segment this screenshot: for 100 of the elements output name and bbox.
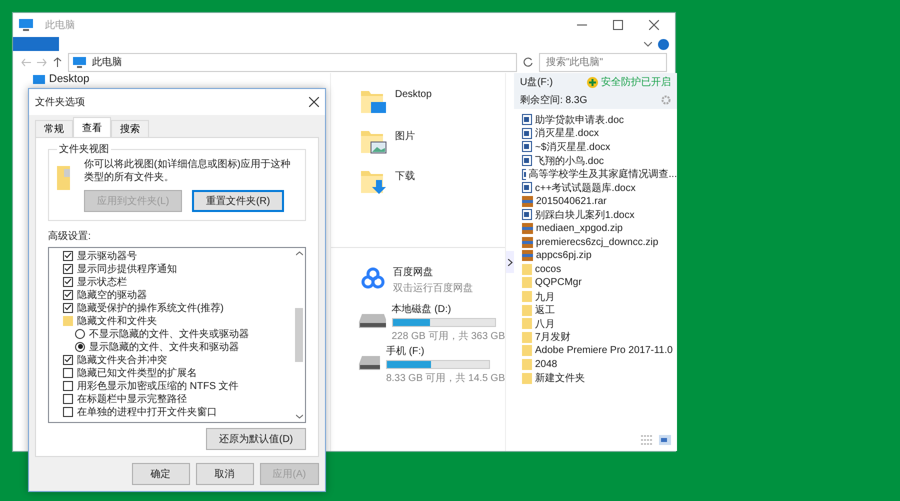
setting-label: 隐藏文件和文件夹 bbox=[77, 314, 157, 328]
computer-icon bbox=[19, 19, 33, 31]
setting-label: 隐藏空的驱动器 bbox=[77, 288, 147, 302]
file-item[interactable]: mediaen_xpgod.zip bbox=[514, 222, 677, 236]
folder-icon bbox=[522, 277, 532, 288]
file-item[interactable]: 7月发财 bbox=[514, 330, 677, 344]
file-item[interactable]: 九月 bbox=[514, 290, 677, 304]
folder-name[interactable]: Desktop bbox=[395, 87, 432, 127]
file-item[interactable]: 2015040621.rar bbox=[514, 194, 677, 208]
scroll-up-icon[interactable] bbox=[296, 251, 302, 256]
checkbox[interactable] bbox=[63, 380, 73, 390]
drive-title: U盘(F:) bbox=[520, 76, 553, 89]
file-item[interactable]: premierecs6zcj_downcc.zip bbox=[514, 235, 677, 249]
description: 你可以将此视图(如详细信息或图标)应用于这种类型的所有文件夹。 bbox=[84, 158, 292, 184]
setting-label: 显示同步提供程序通知 bbox=[77, 262, 177, 276]
up-arrow-icon[interactable] bbox=[53, 57, 62, 67]
file-item[interactable]: 助学贷款申请表.doc bbox=[514, 113, 677, 127]
setting-label: 隐藏受保护的操作系统文件(推荐) bbox=[77, 302, 224, 314]
document-icon bbox=[522, 128, 532, 139]
radio-button[interactable] bbox=[75, 342, 85, 352]
file-item[interactable]: 别踩白块儿案列1.docx bbox=[514, 208, 677, 222]
checkbox[interactable] bbox=[63, 276, 73, 286]
file-item[interactable]: 2048 bbox=[514, 358, 677, 372]
nav-item[interactable]: Desktop bbox=[33, 73, 310, 85]
tiles-view-icon[interactable] bbox=[659, 435, 671, 445]
checkbox[interactable] bbox=[63, 394, 73, 404]
radio-button[interactable] bbox=[75, 328, 85, 338]
setting-label: 在单独的进程中打开文件夹窗口 bbox=[77, 406, 217, 418]
document-icon bbox=[522, 182, 532, 194]
device-subtitle: 双击运行百度网盘 bbox=[393, 282, 473, 295]
archive-icon bbox=[522, 236, 533, 248]
checkbox[interactable] bbox=[63, 302, 73, 312]
file-item[interactable]: 消灭星星.docx bbox=[514, 126, 677, 140]
checkbox[interactable] bbox=[63, 368, 73, 378]
free-space: 剩余空间: 8.3G bbox=[520, 94, 588, 107]
address-bar[interactable]: 此电脑 bbox=[68, 52, 517, 72]
dialog-button[interactable]: 确定 bbox=[132, 463, 190, 485]
file-item[interactable]: ~$消灭星星.docx bbox=[514, 140, 677, 154]
document-icon bbox=[522, 168, 526, 180]
security-status: 安全防护已开启 bbox=[601, 76, 671, 89]
setting-label: 在标题栏中显示完整路径 bbox=[77, 392, 187, 406]
computer-icon bbox=[73, 56, 86, 68]
expand-panel-button[interactable] bbox=[506, 251, 514, 273]
close-icon bbox=[649, 20, 659, 30]
setting-label: 不显示隐藏的文件、文件夹或驱动器 bbox=[89, 328, 249, 340]
document-icon bbox=[522, 209, 532, 220]
folder-icon bbox=[522, 345, 532, 356]
folder-name[interactable]: 图片 bbox=[395, 127, 415, 167]
chevron-down-icon[interactable] bbox=[644, 42, 652, 46]
monitor-icon bbox=[33, 74, 45, 84]
folder-name[interactable]: 下载 bbox=[395, 167, 415, 207]
device-name[interactable]: 本地磁盘 (D:) bbox=[392, 300, 505, 316]
setting-label: 显示状态栏 bbox=[77, 276, 127, 288]
file-item[interactable]: appcs6pj.zip bbox=[514, 248, 677, 263]
window-title: 此电脑 bbox=[45, 18, 76, 32]
folder-icon bbox=[57, 166, 70, 190]
device-subtitle: 8.33 GB 可用，共 14.5 GB bbox=[386, 372, 505, 384]
tab[interactable]: 查看 bbox=[73, 117, 111, 137]
checkbox[interactable] bbox=[63, 406, 73, 416]
file-item[interactable]: Adobe Premiere Pro 2017-11.0 bbox=[514, 344, 677, 358]
checkbox[interactable] bbox=[63, 290, 73, 300]
minimize-icon bbox=[577, 24, 587, 26]
folder-icon bbox=[522, 358, 532, 370]
checkbox[interactable] bbox=[63, 264, 73, 274]
file-item[interactable]: 新建文件夹 bbox=[514, 371, 677, 385]
drive-icon bbox=[359, 356, 380, 370]
tab[interactable]: 搜索 bbox=[111, 120, 149, 137]
file-item[interactable]: 八月 bbox=[514, 316, 677, 330]
restore-defaults-button[interactable]: 还原为默认值(D) bbox=[206, 428, 306, 450]
file-item[interactable]: cocos bbox=[514, 262, 677, 276]
folder-icon bbox=[522, 264, 532, 275]
document-icon bbox=[522, 155, 532, 166]
file-item[interactable]: QQPCMgr bbox=[514, 276, 677, 290]
scroll-down-icon[interactable] bbox=[296, 414, 302, 419]
folder-icon bbox=[522, 318, 532, 330]
drive-icon bbox=[359, 314, 386, 328]
folder-icon bbox=[522, 291, 532, 302]
file-item[interactable]: c++考试试题题库.docx bbox=[514, 180, 677, 195]
device-subtitle: 228 GB 可用，共 363 GB bbox=[392, 330, 505, 342]
document-icon bbox=[522, 141, 532, 152]
folder-view-button[interactable]: 重置文件夹(R) bbox=[192, 190, 284, 212]
file-item[interactable]: 飞翔的小鸟.doc bbox=[514, 154, 677, 168]
close-icon[interactable] bbox=[309, 97, 319, 107]
checkbox[interactable] bbox=[63, 250, 73, 260]
dialog-button[interactable]: 取消 bbox=[196, 463, 254, 485]
device-name[interactable]: 手机 (F:) bbox=[386, 342, 505, 358]
advanced-settings-label: 高级设置: bbox=[48, 230, 92, 243]
tab[interactable]: 常规 bbox=[35, 120, 73, 137]
group-title: 文件夹视图 bbox=[58, 142, 110, 156]
setting-label: 用彩色显示加密或压缩的 NTFS 文件 bbox=[77, 380, 239, 392]
details-view-icon[interactable] bbox=[641, 435, 653, 445]
checkbox[interactable] bbox=[63, 354, 73, 364]
file-item[interactable]: 返工 bbox=[514, 303, 677, 317]
search-field[interactable]: 搜索"此电脑" bbox=[539, 52, 667, 72]
scrollbar-thumb[interactable] bbox=[295, 308, 303, 362]
chevron-right-icon bbox=[508, 258, 512, 266]
file-item[interactable]: 高等学校学生及其家庭情况调查... bbox=[514, 167, 677, 181]
refresh-icon[interactable] bbox=[523, 57, 533, 67]
device-name[interactable]: 百度网盘 bbox=[393, 263, 473, 279]
folder-icon bbox=[63, 316, 73, 326]
